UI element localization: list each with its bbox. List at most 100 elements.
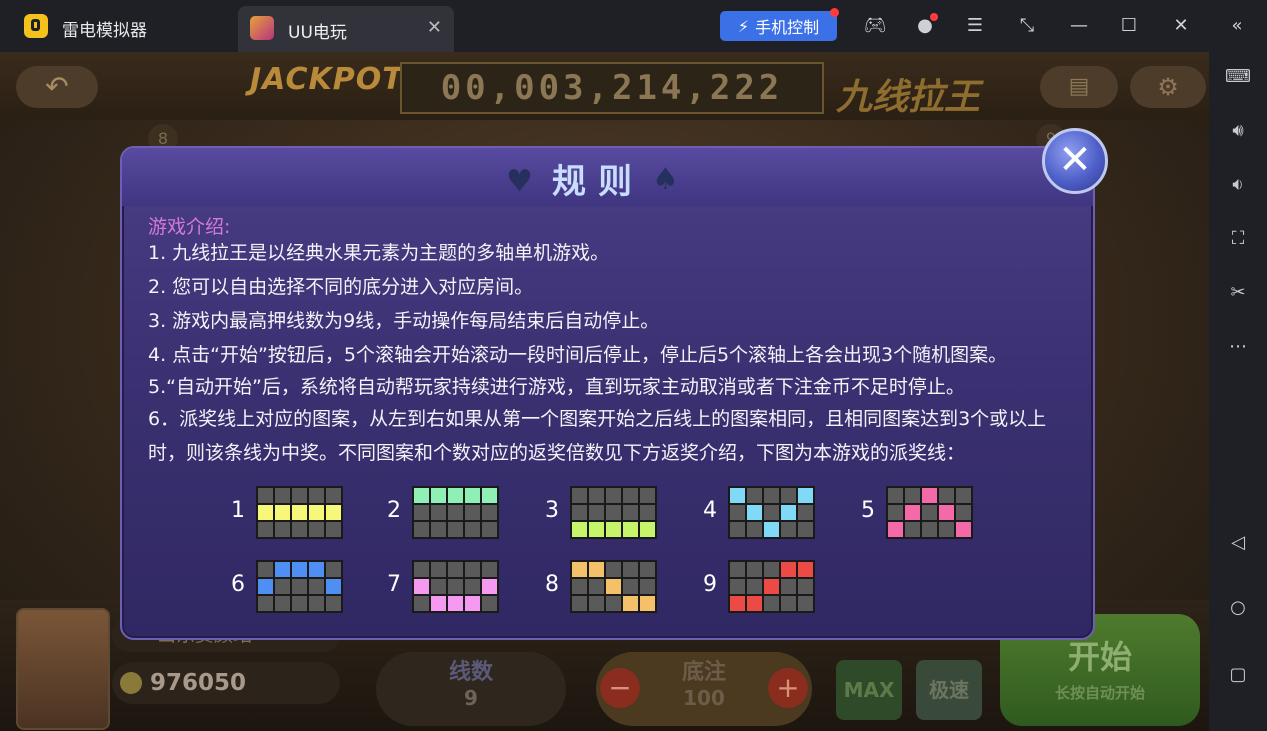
collapse-sidebar-icon[interactable]: « [1222, 11, 1252, 41]
restore-size-icon[interactable]: ⤡ [1012, 11, 1042, 41]
screenshot-icon[interactable]: ⛶ [1223, 224, 1253, 254]
bet-minus-button[interactable]: − [600, 668, 640, 708]
payline-cell [258, 488, 273, 503]
rule-1: 1. 九线拉王是以经典水果元素为主题的多轴单机游戏。 [148, 242, 610, 264]
payline-cell [309, 522, 324, 537]
heart-suit-icon: ♥ [506, 164, 533, 199]
payline-cell [414, 562, 429, 577]
payline-cell [623, 505, 638, 520]
document-icon[interactable]: ▤ [1040, 66, 1118, 108]
payline-cell [781, 522, 796, 537]
payline-grid [886, 486, 973, 539]
player-avatar[interactable] [16, 608, 110, 730]
user-notification-dot [930, 13, 938, 21]
payline-cell [275, 505, 290, 520]
payline-cell [781, 488, 796, 503]
payline-cell [747, 596, 762, 611]
minimize-icon[interactable]: — [1064, 11, 1094, 41]
scissors-icon[interactable]: ✂ [1223, 278, 1253, 308]
payline-cell [781, 579, 796, 594]
payline-cell [939, 488, 954, 503]
payline-cell [465, 579, 480, 594]
rule-5: 5.“自动开始”后，系统将自动帮玩家持续进行游戏，直到玩家主动取消或者下注金币不… [148, 376, 965, 398]
payline-cell [798, 579, 813, 594]
payline-cell [798, 488, 813, 503]
turbo-button[interactable]: 极速 [916, 660, 982, 720]
payline-cell [482, 596, 497, 611]
volume-down-icon[interactable]: 🔉︎ [1223, 170, 1253, 200]
payline-8: 8 [542, 560, 662, 616]
home-icon[interactable]: ○ [1223, 593, 1253, 623]
payline-cell [414, 579, 429, 594]
payline-number: 6 [231, 572, 245, 597]
back-arrow-icon[interactable]: ↶ [16, 66, 98, 108]
payline-cell [309, 596, 324, 611]
payline-cell [623, 488, 638, 503]
payline-cell [326, 522, 341, 537]
payline-cell [623, 579, 638, 594]
back-icon[interactable]: ◁ [1223, 528, 1253, 558]
payline-cell [448, 488, 463, 503]
tab-label: UU电玩 [288, 23, 347, 43]
payline-cell [431, 488, 446, 503]
user-icon[interactable]: ● [910, 11, 940, 41]
payline-cell [482, 522, 497, 537]
phone-control-button[interactable]: ⚡ 手机控制 [720, 8, 839, 41]
start-sub-label: 长按自动开始 [1054, 684, 1145, 702]
payline-cell [747, 579, 762, 594]
rule-2: 2. 您可以自由选择不同的底分进入对应房间。 [148, 276, 534, 298]
payline-9: 9 [700, 560, 820, 616]
close-dialog-button[interactable]: ✕ [1042, 128, 1108, 194]
payline-cell [764, 596, 779, 611]
payline-cell [730, 579, 745, 594]
payline-4: 4 [700, 486, 820, 542]
payline-cell [414, 522, 429, 537]
payline-cell [764, 579, 779, 594]
payline-cell [465, 596, 480, 611]
payline-cell [275, 579, 290, 594]
tab-close-icon[interactable]: ✕ [427, 17, 442, 38]
payline-cell [326, 562, 341, 577]
recent-apps-icon[interactable]: ▢ [1223, 660, 1253, 690]
close-window-icon[interactable]: ✕ [1166, 11, 1196, 41]
keyboard-icon[interactable]: ⌨ [1223, 62, 1253, 92]
payline-cell [431, 505, 446, 520]
max-bet-button[interactable]: MAX [836, 660, 902, 720]
payline-cell [764, 488, 779, 503]
more-icon[interactable]: ⋯ [1223, 332, 1253, 362]
payline-cell [309, 579, 324, 594]
payline-cell [764, 522, 779, 537]
payline-grid [570, 486, 657, 539]
payline-number: 4 [703, 498, 717, 523]
bet-selector: − 底注 100 + [596, 652, 812, 726]
payline-3: 3 [542, 486, 662, 542]
emulator-titlebar: 雷电模拟器 UU电玩 ✕ ⚡ 手机控制 🎮︎ ● ☰ ⤡ — ☐ ✕ « [0, 0, 1267, 52]
gamepad-icon[interactable]: 🎮︎ [860, 11, 890, 41]
settings-gear-icon[interactable]: ⚙ [1130, 66, 1206, 108]
maximize-icon[interactable]: ☐ [1114, 11, 1144, 41]
payline-cell [465, 505, 480, 520]
rules-dialog-header: ♥ 规则 ♠ [122, 148, 1093, 206]
payline-6: 6 [228, 560, 348, 616]
payline-cell [781, 505, 796, 520]
lines-selector[interactable]: 线数 9 [376, 652, 566, 726]
lines-value: 9 [464, 686, 478, 710]
menu-icon[interactable]: ☰ [960, 11, 990, 41]
coin-balance: 976050 [112, 662, 340, 704]
game-title: 九线拉王 [836, 77, 981, 118]
payline-cell [431, 562, 446, 577]
payline-cell [922, 505, 937, 520]
bet-plus-button[interactable]: + [768, 668, 808, 708]
payline-cell [431, 522, 446, 537]
payline-cell [448, 596, 463, 611]
volume-up-icon[interactable]: 🔊︎ [1223, 116, 1253, 146]
payline-number: 3 [545, 498, 559, 523]
tab-uu-dianwan[interactable]: UU电玩 ✕ [238, 6, 454, 52]
payline-cell [747, 505, 762, 520]
payline-cell [326, 505, 341, 520]
payline-cell [292, 505, 307, 520]
payline-cell [309, 505, 324, 520]
payline-cell [275, 596, 290, 611]
payline-cell [482, 488, 497, 503]
payline-cell [589, 522, 604, 537]
